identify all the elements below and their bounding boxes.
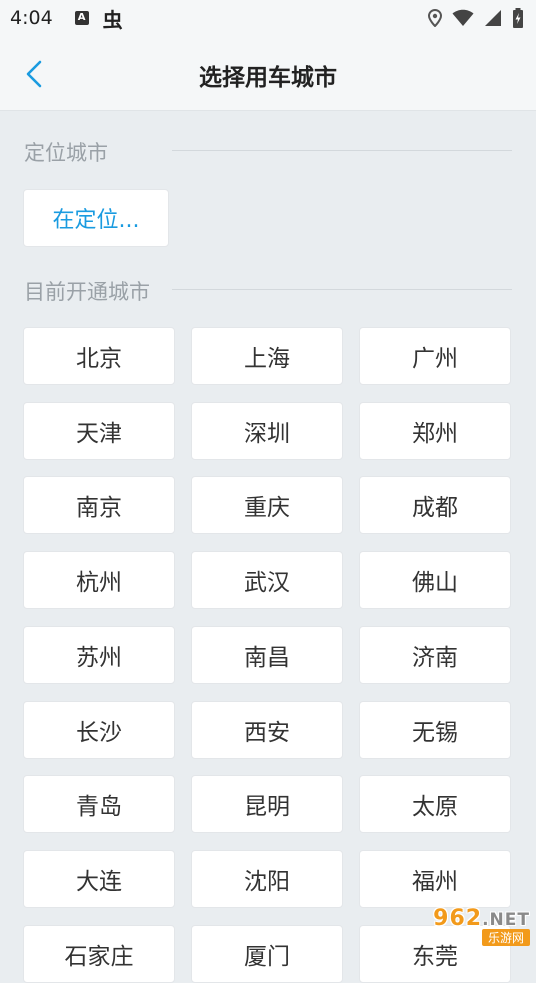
page-title: 选择用车城市 [0,58,536,92]
city-button[interactable]: 天津 [23,402,175,460]
city-button[interactable]: 上海 [191,327,343,385]
cities-section-divider [172,289,512,290]
city-button[interactable]: 太原 [359,775,511,833]
city-button[interactable]: 青岛 [23,775,175,833]
city-button[interactable]: 深圳 [191,402,343,460]
city-button[interactable]: 昆明 [191,775,343,833]
location-icon [428,9,442,27]
city-button[interactable]: 长沙 [23,701,175,759]
city-button[interactable]: 苏州 [23,626,175,684]
city-button[interactable]: 东莞 [359,925,511,983]
city-button[interactable]: 佛山 [359,551,511,609]
city-button[interactable]: 杭州 [23,551,175,609]
city-button[interactable]: 郑州 [359,402,511,460]
city-button[interactable]: 济南 [359,626,511,684]
city-button[interactable]: 成都 [359,476,511,534]
city-button[interactable]: 厦门 [191,925,343,983]
city-button[interactable]: 南京 [23,476,175,534]
city-button[interactable]: 武汉 [191,551,343,609]
city-button[interactable]: 西安 [191,701,343,759]
city-button[interactable]: 重庆 [191,476,343,534]
city-button[interactable]: 无锡 [359,701,511,759]
city-button[interactable]: 大连 [23,850,175,908]
notification-icons: A 虫 [75,4,123,33]
app-header: 选择用车城市 [0,36,536,111]
city-button[interactable]: 沈阳 [191,850,343,908]
wifi-icon [452,9,474,27]
city-button[interactable]: 广州 [359,327,511,385]
status-time: 4:04 [10,7,53,29]
bug-icon: 虫 [103,4,123,33]
city-button[interactable]: 福州 [359,850,511,908]
location-section-divider [172,150,512,151]
city-button[interactable]: 南昌 [191,626,343,684]
app-a-icon: A [75,11,89,25]
cities-section-label: 目前开通城市 [24,276,150,306]
city-button[interactable]: 北京 [23,327,175,385]
battery-icon [512,8,524,28]
status-bar: 4:04 A 虫 [0,0,536,36]
location-section-label: 定位城市 [24,137,108,167]
system-icons [428,0,524,36]
locate-city-button[interactable]: 在定位... [23,189,169,247]
city-button[interactable]: 石家庄 [23,925,175,983]
signal-icon [484,9,502,27]
